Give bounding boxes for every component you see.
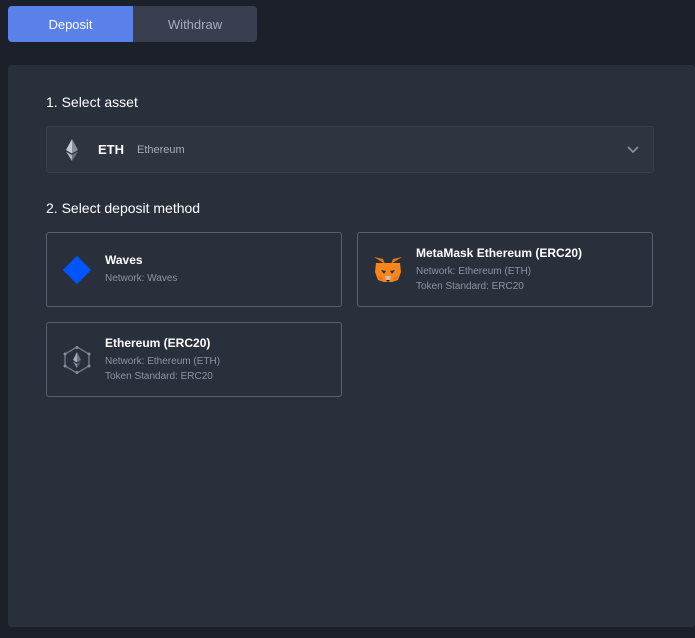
select-asset-heading: 1. Select asset xyxy=(46,94,138,110)
method-title: Waves xyxy=(105,253,143,267)
asset-select-dropdown[interactable]: ETH Ethereum xyxy=(46,126,654,173)
metamask-fox-icon xyxy=(372,254,404,286)
method-card-metamask[interactable]: MetaMask Ethereum (ERC20) Network: Ether… xyxy=(357,232,653,307)
method-title: Ethereum (ERC20) xyxy=(105,336,211,350)
tab-deposit[interactable]: Deposit xyxy=(8,6,133,42)
method-network: Network: Waves xyxy=(105,273,178,284)
method-network: Network: Ethereum (ETH) xyxy=(105,356,221,367)
method-token-standard: Token Standard: ERC20 xyxy=(105,371,213,382)
waves-icon xyxy=(61,254,93,286)
method-title: MetaMask Ethereum (ERC20) xyxy=(416,246,583,260)
tab-withdraw[interactable]: Withdraw xyxy=(133,6,257,42)
ethereum-hex-icon xyxy=(61,344,93,376)
method-network: Network: Ethereum (ETH) xyxy=(416,266,532,277)
method-token-standard: Token Standard: ERC20 xyxy=(416,281,524,292)
asset-ticker: ETH xyxy=(98,142,124,157)
method-card-waves[interactable]: Waves Network: Waves xyxy=(46,232,342,307)
deposit-panel: 1. Select asset ETH Ethereum 2. Select d… xyxy=(8,65,695,627)
method-card-ethereum-erc20[interactable]: Ethereum (ERC20) Network: Ethereum (ETH)… xyxy=(46,322,342,397)
asset-name: Ethereum xyxy=(137,143,185,156)
select-method-heading: 2. Select deposit method xyxy=(46,200,201,216)
chevron-down-icon[interactable] xyxy=(625,141,641,157)
deposit-withdraw-tabs: Deposit Withdraw xyxy=(8,6,257,42)
ethereum-icon xyxy=(64,137,80,163)
